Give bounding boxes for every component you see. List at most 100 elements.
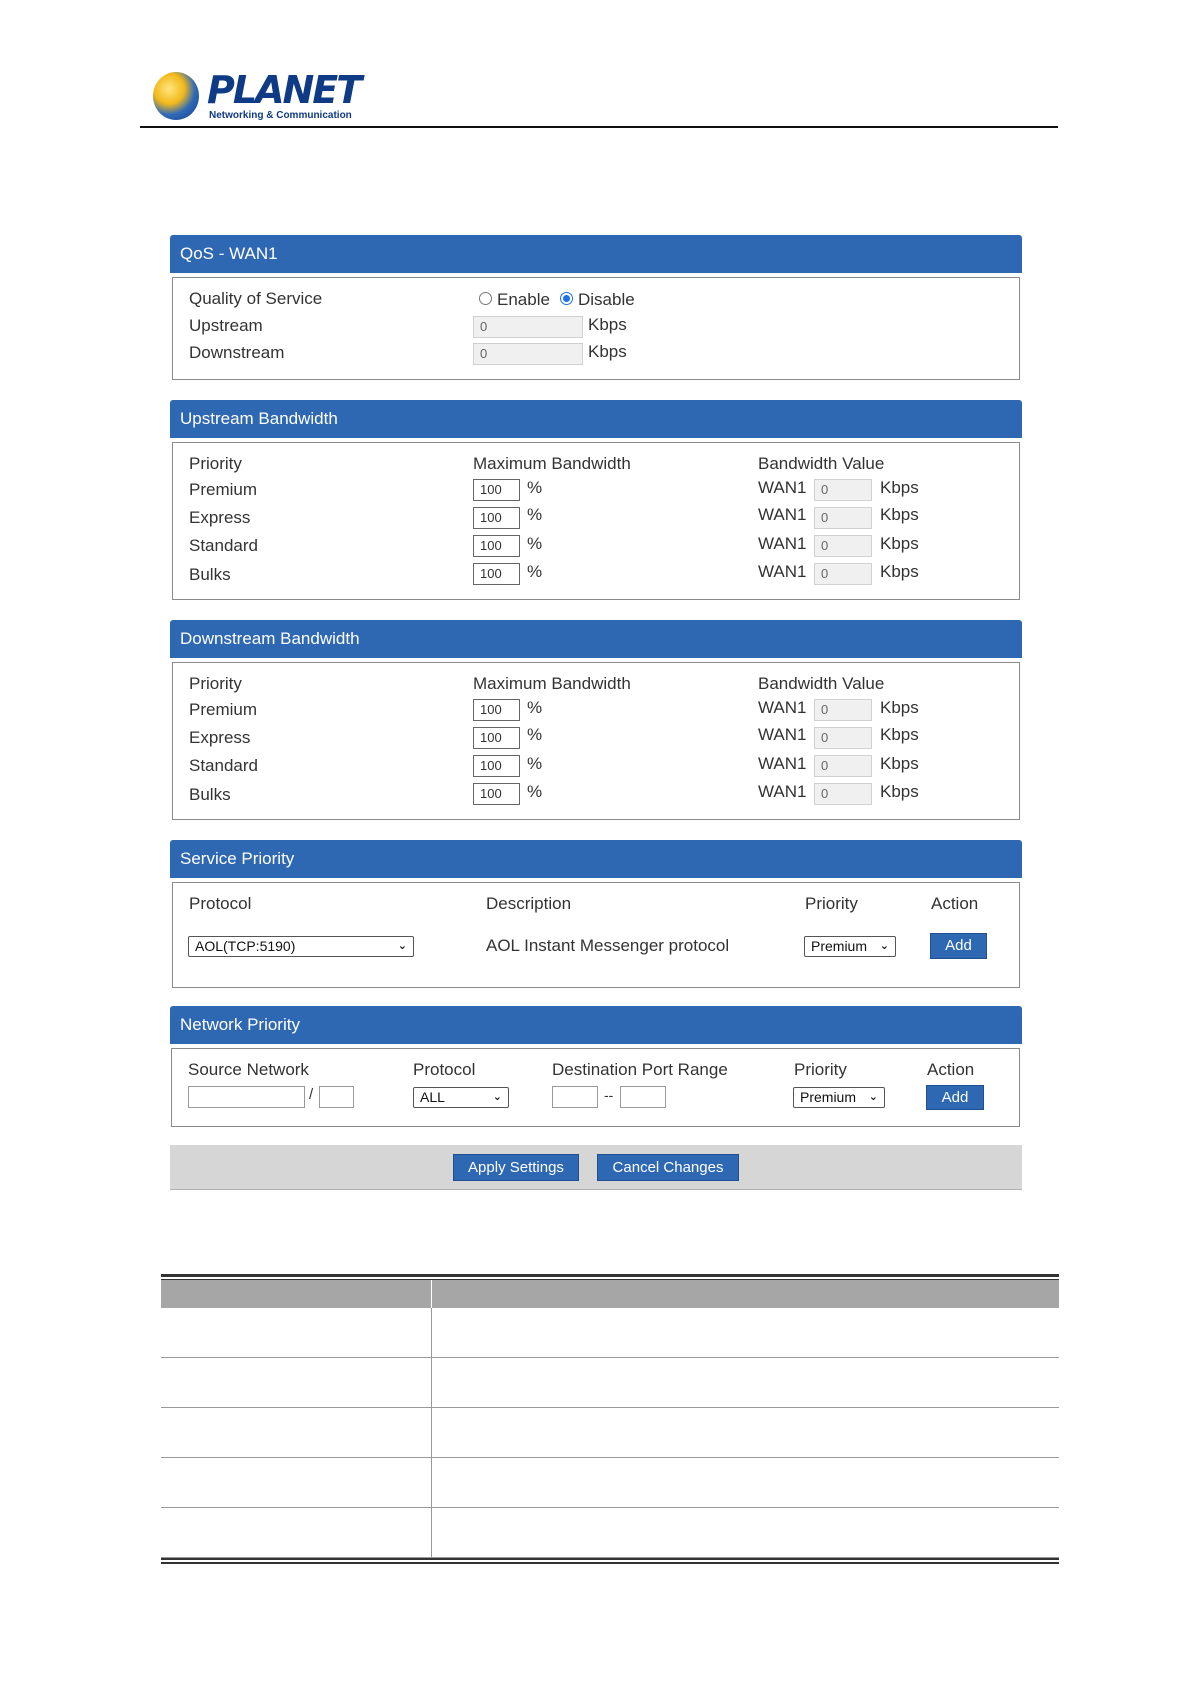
source-network-input[interactable]: [188, 1086, 305, 1108]
up-premium-pct: %: [527, 478, 543, 497]
up-bulks-max-input[interactable]: 100: [473, 563, 520, 585]
up-express-max-input[interactable]: 100: [473, 507, 520, 529]
table-bottom-rule: [161, 1558, 1059, 1560]
down-bulks-max-input[interactable]: 100: [473, 783, 520, 805]
up-priority-bulks: Bulks: [189, 565, 231, 584]
table-row: [161, 1308, 1059, 1358]
downstream-panel: Downstream Bandwidth Priority Maximum Ba…: [170, 620, 1022, 820]
down-bulks-pct: %: [527, 782, 543, 801]
down-bulks-wan: WAN1: [758, 782, 807, 801]
network-priority-value: Premium: [800, 1089, 857, 1105]
downstream-kbps-input[interactable]: 0: [473, 343, 583, 365]
service-priority-panel: Service Priority Protocol Description Pr…: [170, 840, 1022, 988]
apply-settings-button[interactable]: Apply Settings: [453, 1154, 579, 1181]
col-bandwidth-value: Bandwidth Value: [758, 454, 885, 473]
qos-label: Quality of Service: [189, 289, 323, 308]
disable-radio[interactable]: [560, 292, 573, 305]
header-divider: [140, 126, 1058, 128]
chevron-down-icon: ⌄: [868, 1091, 878, 1103]
port-range-start-input[interactable]: [552, 1086, 598, 1108]
port-range-end-input[interactable]: [620, 1086, 666, 1108]
disable-label: Disable: [578, 290, 635, 309]
network-add-button[interactable]: Add: [926, 1085, 984, 1110]
col-priority: Priority: [794, 1060, 847, 1079]
col-max-bandwidth: Maximum Bandwidth: [473, 674, 631, 693]
col-action: Action: [931, 894, 979, 913]
service-description: AOL Instant Messenger protocol: [486, 936, 730, 955]
qos-panel-body: Quality of Service Enable Disable Upstre…: [172, 277, 1020, 380]
qos-panel-title: QoS - WAN1: [170, 235, 1022, 273]
down-premium-max-input[interactable]: 100: [473, 699, 520, 721]
service-priority-select[interactable]: Premium ⌄: [804, 936, 896, 957]
up-priority-standard: Standard: [189, 536, 258, 555]
network-protocol-select[interactable]: ALL ⌄: [413, 1087, 509, 1108]
up-standard-max-input[interactable]: 100: [473, 535, 520, 557]
enable-label: Enable: [497, 290, 550, 309]
down-premium-wan: WAN1: [758, 698, 807, 717]
col-max-bandwidth: Maximum Bandwidth: [473, 454, 631, 473]
network-priority-title: Network Priority: [170, 1006, 1022, 1044]
service-add-button[interactable]: Add: [930, 933, 987, 959]
cancel-changes-button[interactable]: Cancel Changes: [597, 1154, 739, 1181]
down-bulks-value-input[interactable]: 0: [814, 783, 872, 805]
up-standard-value-input[interactable]: 0: [814, 535, 872, 557]
down-standard-max-input[interactable]: 100: [473, 755, 520, 777]
planet-logo: PLANET Networking & Communication: [153, 68, 362, 126]
down-premium-pct: %: [527, 698, 543, 717]
service-priority-title: Service Priority: [170, 840, 1022, 878]
service-priority-value: Premium: [811, 938, 868, 954]
network-priority-panel: Network Priority Source Network Protocol…: [170, 1006, 1022, 1127]
down-priority-standard: Standard: [189, 756, 258, 775]
upstream-label: Upstream: [189, 316, 263, 335]
up-express-pct: %: [527, 505, 543, 524]
up-standard-wan: WAN1: [758, 534, 807, 553]
downstream-panel-title: Downstream Bandwidth: [170, 620, 1022, 658]
col-destination-port-range: Destination Port Range: [552, 1060, 728, 1079]
up-priority-premium: Premium: [189, 480, 258, 499]
enable-radio[interactable]: [479, 292, 492, 305]
downstream-unit: Kbps: [588, 342, 627, 361]
upstream-kbps-input[interactable]: 0: [473, 316, 583, 338]
table-row: [161, 1358, 1059, 1408]
table-row: [161, 1408, 1059, 1458]
up-express-wan: WAN1: [758, 505, 807, 524]
col-source-network: Source Network: [188, 1060, 309, 1079]
description-table: [161, 1274, 1059, 1564]
down-standard-pct: %: [527, 754, 543, 773]
upstream-panel: Upstream Bandwidth Priority Maximum Band…: [170, 400, 1022, 600]
up-bulks-value-input[interactable]: 0: [814, 563, 872, 585]
chevron-down-icon: ⌄: [879, 940, 889, 952]
chevron-down-icon: ⌄: [492, 1091, 502, 1103]
up-bulks-pct: %: [527, 562, 543, 581]
down-standard-value-input[interactable]: 0: [814, 755, 872, 777]
upstream-panel-title: Upstream Bandwidth: [170, 400, 1022, 438]
down-express-value-input[interactable]: 0: [814, 727, 872, 749]
down-express-wan: WAN1: [758, 725, 807, 744]
down-priority-bulks: Bulks: [189, 785, 231, 804]
service-protocol-value: AOL(TCP:5190): [195, 938, 296, 954]
table-header: [161, 1280, 1059, 1308]
network-priority-select[interactable]: Premium ⌄: [793, 1087, 885, 1108]
down-priority-premium: Premium: [189, 700, 258, 719]
down-express-max-input[interactable]: 100: [473, 727, 520, 749]
network-protocol-value: ALL: [420, 1089, 445, 1105]
table-row: [161, 1458, 1059, 1508]
action-bar: Apply Settings Cancel Changes: [170, 1145, 1022, 1190]
brand-name: PLANET: [207, 68, 362, 112]
up-premium-wan: WAN1: [758, 478, 807, 497]
down-priority-express: Express: [189, 728, 251, 747]
up-priority-express: Express: [189, 508, 251, 527]
brand-tagline: Networking & Communication: [209, 110, 352, 121]
netmask-input[interactable]: [319, 1086, 354, 1108]
up-bulks-wan: WAN1: [758, 562, 807, 581]
down-standard-wan: WAN1: [758, 754, 807, 773]
netmask-slash: /: [309, 1086, 314, 1103]
service-protocol-select[interactable]: AOL(TCP:5190) ⌄: [188, 936, 414, 957]
port-range-separator: --: [604, 1087, 614, 1103]
up-premium-value-input[interactable]: 0: [814, 479, 872, 501]
col-description: Description: [486, 894, 572, 913]
down-express-pct: %: [527, 725, 543, 744]
down-premium-value-input[interactable]: 0: [814, 699, 872, 721]
up-express-value-input[interactable]: 0: [814, 507, 872, 529]
up-premium-max-input[interactable]: 100: [473, 479, 520, 501]
